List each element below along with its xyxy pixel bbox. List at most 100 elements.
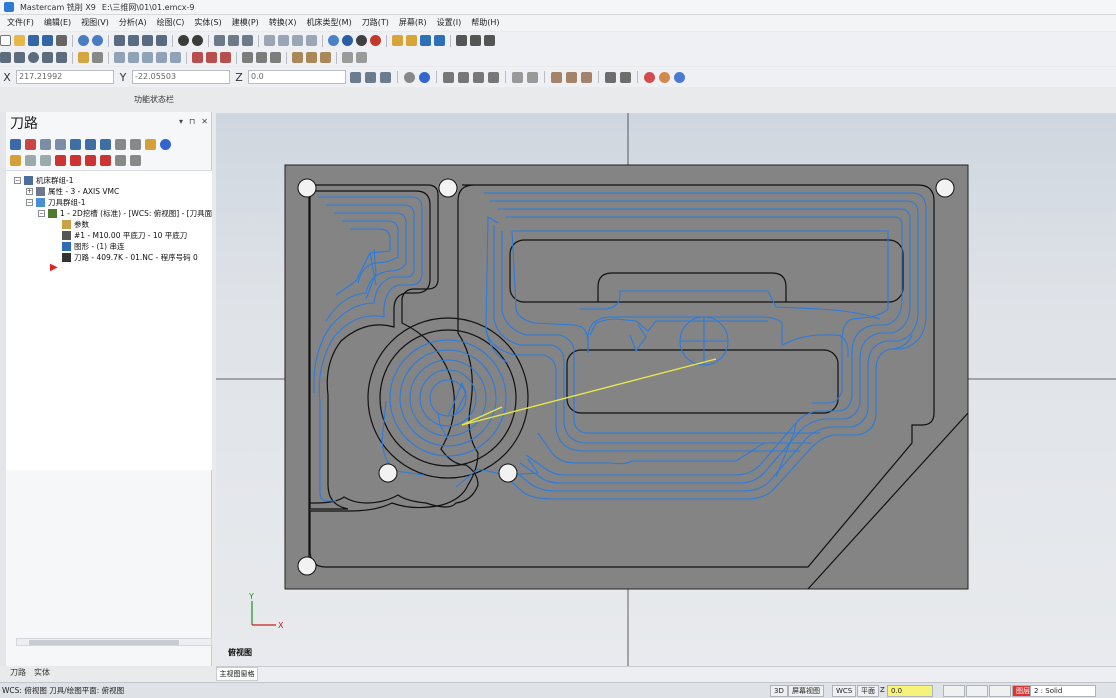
rectangle-icon[interactable] [42,52,53,63]
camera-icon[interactable] [620,71,631,83]
entity-select-icon[interactable] [380,71,391,83]
select-all-icon[interactable] [458,71,469,83]
zoom-in-icon[interactable] [178,35,189,46]
lock-icon[interactable] [145,138,156,150]
menu-model-prep[interactable]: 建模(P) [227,15,264,31]
selection-icon[interactable] [404,71,415,83]
menu-machine-type[interactable]: 机床类型(M) [302,15,357,31]
simulate-icon[interactable] [100,138,111,150]
single-op-icon[interactable] [115,154,126,166]
line-icon[interactable] [392,35,403,46]
status-3d-toggle[interactable]: 3D [770,685,788,697]
menu-screen[interactable]: 屏幕(R) [394,15,432,31]
y-coordinate-field[interactable]: -22.05503 [132,70,230,84]
status-level-select[interactable]: 2 : Solid [1030,685,1096,697]
pan-icon[interactable] [242,35,253,46]
insert-arrow[interactable]: ▶ [50,262,58,273]
backplot-icon[interactable] [320,52,331,63]
menu-create[interactable]: 绘图(C) [152,15,190,31]
close-icon[interactable]: ✕ [201,117,208,126]
graphics-viewport[interactable]: Y X 俯视图 [216,113,1116,666]
fit-icon[interactable] [114,35,125,46]
menu-view[interactable]: 视图(V) [76,15,114,31]
status-plane[interactable]: 平面 [857,685,879,697]
layer-icon[interactable] [342,52,353,63]
color-swatch-icon[interactable] [943,685,965,697]
filter-icon[interactable] [130,154,141,166]
unzoom-icon[interactable] [156,35,167,46]
menu-settings[interactable]: 设置(I) [432,15,467,31]
tab-toolpaths[interactable]: 刀路 [10,666,26,680]
material-icon[interactable] [370,35,381,46]
help-icon[interactable] [419,71,430,83]
menu-toolpaths[interactable]: 刀路(T) [357,15,394,31]
zoom-target-icon[interactable] [142,35,153,46]
open-folder-icon[interactable] [14,35,25,46]
move-down-icon[interactable] [55,154,66,166]
scroll-arrow-icon[interactable] [100,154,111,166]
shading-icon[interactable] [566,71,577,83]
redo-icon[interactable] [92,35,103,46]
delete-icon[interactable] [170,52,181,63]
fillet-icon[interactable] [420,35,431,46]
view-sheet-icon[interactable] [605,71,616,83]
backplot-ops-icon[interactable] [70,138,81,150]
arc-icon[interactable] [406,35,417,46]
post-icon[interactable] [115,138,126,150]
zoom-window-icon[interactable] [128,35,139,46]
tree-tool[interactable]: #1 - M10.00 平底刀 - 10 平底刀 [62,230,187,241]
menu-help[interactable]: 帮助(H) [466,15,504,31]
x-coordinate-field[interactable]: 217.21992 [16,70,114,84]
menu-file[interactable]: 文件(F) [2,15,39,31]
contour-icon[interactable] [192,52,203,63]
analyze-icon[interactable] [456,35,467,46]
stop-icon[interactable] [644,71,655,83]
toggle-display-icon[interactable] [25,154,36,166]
chamfer-icon[interactable] [78,52,89,63]
mirror-icon[interactable] [128,52,139,63]
rotate-xform-icon[interactable] [142,52,153,63]
print-icon[interactable] [56,35,67,46]
warning-icon[interactable] [659,71,670,83]
chain-icon[interactable] [512,71,523,83]
pin-icon[interactable]: ⊓ [189,117,195,126]
wire-icon[interactable] [551,71,562,83]
verify-select-icon[interactable] [443,71,454,83]
shaded-icon[interactable] [342,35,353,46]
autocursor-icon[interactable] [350,71,361,83]
undo-icon[interactable] [78,35,89,46]
translucency-icon[interactable] [581,71,592,83]
clear-ops-icon[interactable] [25,138,36,150]
line-endpoints-icon[interactable] [14,52,25,63]
tree-toolpath[interactable]: 刀路 - 409.7K - 01.NC - 程序号码 0 [62,252,198,263]
tree-properties[interactable]: + 属性 - 3 - AXIS VMC [26,186,119,197]
surface-icon[interactable] [242,52,253,63]
tree-geometry[interactable]: 图形 - (1) 串连 [62,241,124,252]
stock-icon[interactable] [292,52,303,63]
toggle-post-icon[interactable] [40,154,51,166]
translate-icon[interactable] [114,52,125,63]
save-icon[interactable] [28,35,39,46]
sphere-icon[interactable] [356,35,367,46]
status-wcs[interactable]: WCS [832,685,857,697]
fast-point-icon[interactable] [365,71,376,83]
menu-edit[interactable]: 编辑(E) [39,15,76,31]
point-icon[interactable] [0,52,11,63]
info-icon[interactable] [674,71,685,83]
insert-arrow-icon[interactable] [85,154,96,166]
drill-icon[interactable] [220,52,231,63]
regenerate-dirty-icon[interactable] [55,138,66,150]
solid-icon[interactable] [256,52,267,63]
panel-dropdown-icon[interactable]: ▾ [179,117,183,126]
extrude-icon[interactable] [270,52,281,63]
menu-xform[interactable]: 转换(X) [264,15,302,31]
select-all-ops-icon[interactable] [10,138,21,150]
regenerate-icon[interactable] [40,138,51,150]
save-as-icon[interactable] [42,35,53,46]
select-only-icon[interactable] [473,71,484,83]
scale-icon[interactable] [156,52,167,63]
wireframe-icon[interactable] [328,35,339,46]
level-icon[interactable] [356,52,367,63]
rotate-icon[interactable] [214,35,225,46]
iso-view-icon[interactable] [306,35,317,46]
